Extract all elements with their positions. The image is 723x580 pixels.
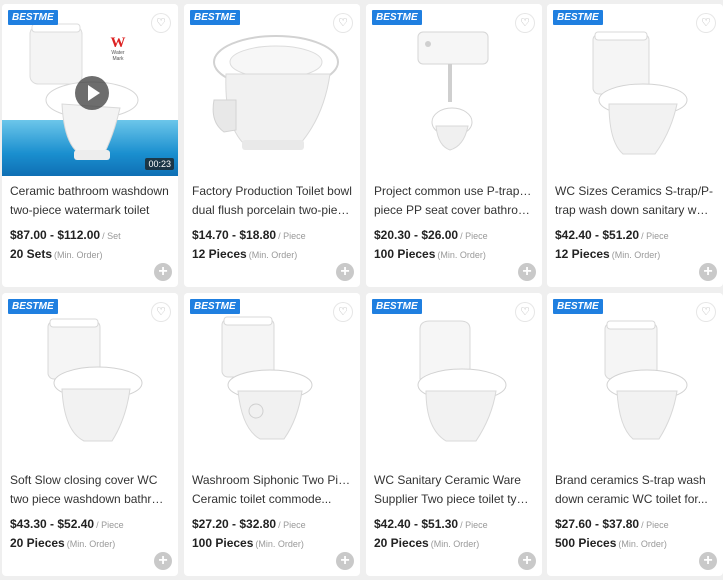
plus-circle-icon[interactable]: + — [154, 263, 172, 281]
toilet-image — [221, 316, 313, 440]
min-order: 20 Sets (Min. Order) — [10, 247, 103, 261]
product-image[interactable] — [184, 4, 360, 176]
product-price: $42.40 - $51.20/ Piece — [555, 228, 669, 242]
product-price: $14.70 - $18.80/ Piece — [192, 228, 306, 242]
heart-icon[interactable]: ♡ — [516, 14, 534, 32]
min-order: 500 Pieces (Min. Order) — [555, 536, 667, 550]
product-title[interactable]: WC Sizes Ceramics S-trap/P- trap wash do… — [555, 182, 715, 220]
heart-icon[interactable]: ♡ — [334, 14, 352, 32]
product-price: $27.20 - $32.80/ Piece — [192, 517, 306, 531]
min-order: 20 Pieces (Min. Order) — [10, 536, 116, 550]
product-title[interactable]: Ceramic bathroom washdown two-piece wate… — [10, 182, 170, 220]
product-card[interactable]: BESTME ♡ Project common use P-trap two p… — [366, 4, 542, 287]
product-card[interactable]: W Water Mark 00:23 BESTME ♡ Ceramic bathr… — [2, 4, 178, 287]
plus-circle-icon[interactable]: + — [699, 552, 717, 570]
product-card[interactable]: BESTME ♡ Brand ceramics S-trap wash down… — [547, 293, 723, 576]
product-image[interactable] — [366, 4, 542, 176]
product-image[interactable] — [184, 293, 360, 465]
product-image[interactable] — [547, 4, 723, 176]
brand-badge: BESTME — [372, 299, 422, 314]
plus-circle-icon[interactable]: + — [518, 263, 536, 281]
brand-badge: BESTME — [190, 299, 240, 314]
product-price: $20.30 - $26.00/ Piece — [374, 228, 488, 242]
brand-badge: BESTME — [8, 299, 58, 314]
product-card[interactable]: BESTME ♡ WC Sanitary Ceramic Ware Suppli… — [366, 293, 542, 576]
product-card[interactable]: BESTME ♡ Washroom Siphonic Two Piece Cer… — [184, 293, 360, 576]
product-title[interactable]: Washroom Siphonic Two Piece Ceramic toil… — [192, 471, 352, 509]
product-card[interactable]: BESTME ♡ Factory Production Toilet bowl … — [184, 4, 360, 287]
product-card[interactable]: BESTME ♡ Soft Slow closing cover WC two … — [2, 293, 178, 576]
product-price: $27.60 - $37.80/ Piece — [555, 517, 669, 531]
product-price: $87.00 - $112.00/ Set — [10, 228, 121, 242]
min-order: 100 Pieces (Min. Order) — [192, 536, 304, 550]
plus-circle-icon[interactable]: + — [699, 263, 717, 281]
brand-badge: BESTME — [372, 10, 422, 25]
watermark-logo: W Water Mark — [110, 35, 126, 63]
brand-badge: BESTME — [553, 299, 603, 314]
product-title[interactable]: Project common use P-trap two piece PP s… — [374, 182, 534, 220]
min-order: 12 Pieces (Min. Order) — [555, 247, 661, 261]
product-title[interactable]: Soft Slow closing cover WC two piece was… — [10, 471, 170, 509]
toilet-image — [212, 35, 339, 150]
product-price: $43.30 - $52.40/ Piece — [10, 517, 124, 531]
product-image[interactable]: W Water Mark 00:23 — [2, 4, 178, 176]
product-title[interactable]: Brand ceramics S-trap wash down ceramic … — [555, 471, 715, 509]
brand-badge: BESTME — [190, 10, 240, 25]
heart-icon[interactable]: ♡ — [152, 14, 170, 32]
toilet-image — [47, 318, 143, 442]
min-order: 12 Pieces (Min. Order) — [192, 247, 298, 261]
heart-icon[interactable]: ♡ — [334, 303, 352, 321]
play-icon[interactable] — [75, 76, 109, 110]
toilet-image — [417, 320, 507, 442]
product-image[interactable] — [547, 293, 723, 465]
product-price: $42.40 - $51.30/ Piece — [374, 517, 488, 531]
product-image[interactable] — [2, 293, 178, 465]
plus-circle-icon[interactable]: + — [154, 552, 172, 570]
brand-badge: BESTME — [553, 10, 603, 25]
product-title[interactable]: WC Sanitary Ceramic Ware Supplier Two pi… — [374, 471, 534, 509]
toilet-image — [604, 320, 688, 440]
heart-icon[interactable]: ♡ — [516, 303, 534, 321]
heart-icon[interactable]: ♡ — [697, 14, 715, 32]
toilet-image — [417, 31, 489, 151]
plus-circle-icon[interactable]: + — [336, 263, 354, 281]
product-grid: W Water Mark 00:23 BESTME ♡ Ceramic bathr… — [0, 0, 723, 580]
plus-circle-icon[interactable]: + — [518, 552, 536, 570]
product-card[interactable]: BESTME ♡ WC Sizes Ceramics S-trap/P- tra… — [547, 4, 723, 287]
brand-badge: BESTME — [8, 10, 58, 25]
video-duration: 00:23 — [145, 158, 174, 170]
min-order: 20 Pieces (Min. Order) — [374, 536, 480, 550]
heart-icon[interactable]: ♡ — [152, 303, 170, 321]
plus-circle-icon[interactable]: + — [336, 552, 354, 570]
min-order: 100 Pieces (Min. Order) — [374, 247, 486, 261]
product-image[interactable] — [366, 293, 542, 465]
product-title[interactable]: Factory Production Toilet bowl dual flus… — [192, 182, 352, 220]
heart-icon[interactable]: ♡ — [697, 303, 715, 321]
toilet-image — [592, 31, 688, 155]
